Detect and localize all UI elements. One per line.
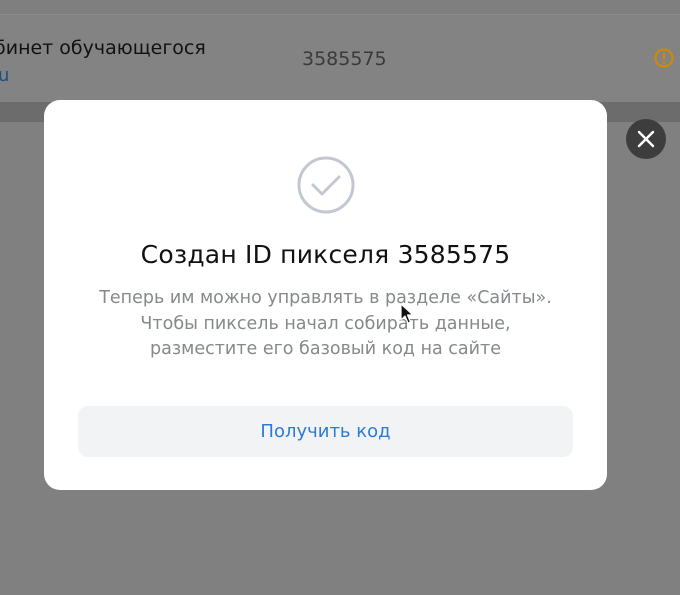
warning-icon bbox=[654, 48, 674, 68]
pixel-created-modal: Создан ID пикселя 3585575 Теперь им можн… bbox=[44, 100, 607, 490]
table-row: бинет обучающегося u 3585575 bbox=[0, 14, 680, 102]
modal-title: Создан ID пикселя 3585575 bbox=[140, 240, 511, 269]
row-name: бинет обучающегося bbox=[0, 37, 206, 59]
check-circle-icon bbox=[297, 156, 355, 214]
page: бинет обучающегося u 3585575 Создан ID п… bbox=[0, 0, 680, 595]
get-code-button[interactable]: Получить код bbox=[78, 406, 573, 457]
modal-description: Теперь им можно управлять в разделе «Сай… bbox=[99, 288, 552, 359]
background-top-strip bbox=[0, 0, 680, 14]
row-link: u bbox=[0, 65, 10, 86]
close-button[interactable] bbox=[626, 119, 666, 159]
mouse-cursor-icon bbox=[400, 303, 414, 324]
row-id: 3585575 bbox=[302, 48, 387, 70]
close-icon bbox=[637, 130, 655, 148]
